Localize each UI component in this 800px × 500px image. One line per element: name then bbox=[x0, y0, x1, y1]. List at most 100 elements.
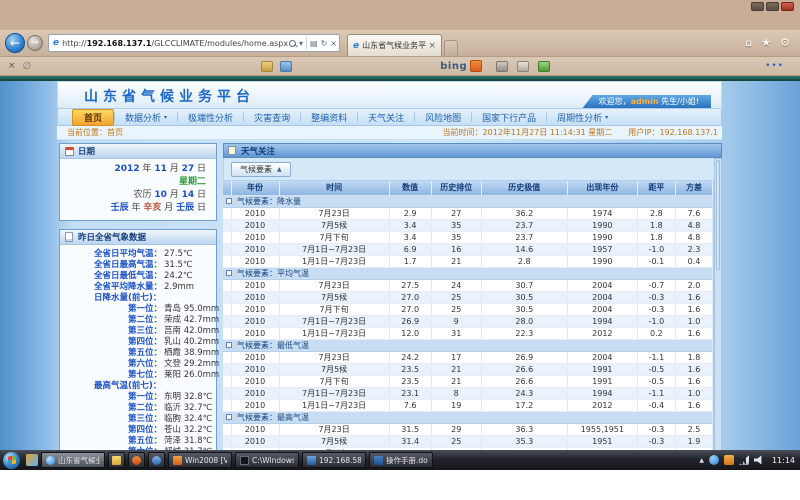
taskbar-ie-button[interactable]: 山东省气候业... bbox=[41, 452, 105, 468]
share-icon[interactable] bbox=[538, 61, 550, 72]
toolbar-close-icon[interactable]: × bbox=[8, 61, 16, 71]
minimize-button[interactable] bbox=[751, 2, 764, 11]
more-options-icon[interactable]: ••• bbox=[765, 61, 784, 71]
rank-line: 第七位：莱阳 26.0mm bbox=[60, 370, 214, 381]
nav-tab-6[interactable]: 天气关注 bbox=[358, 111, 414, 124]
forward-button[interactable]: → bbox=[27, 35, 43, 51]
rank-value: 荣成 42.7mm bbox=[164, 315, 219, 326]
nav-tab-5[interactable]: 整编资料 bbox=[301, 111, 357, 124]
rank-label: 第三位： bbox=[60, 414, 162, 425]
taskbar-button-label: 操作手册.docx... bbox=[386, 455, 428, 466]
date-part: 年 bbox=[129, 203, 144, 213]
browser-tab[interactable]: e 山东省气候业务平... × bbox=[347, 34, 442, 56]
nav-tab-4[interactable]: 灾害查询 bbox=[244, 111, 300, 124]
taskbar-button-3[interactable]: 192.168.58.99... bbox=[302, 452, 366, 468]
table-cell: 1974 bbox=[567, 207, 637, 219]
date-part: 日 bbox=[194, 164, 206, 174]
rank-line: 第四位：乳山 40.2mm bbox=[60, 337, 214, 348]
table-cell: 1.8 bbox=[675, 351, 712, 363]
address-bar[interactable]: e http://192.168.137.1/GLCCLIMATE/module… bbox=[48, 34, 340, 52]
table-cell: 21 bbox=[431, 375, 481, 387]
bing-logo[interactable]: bing bbox=[440, 60, 482, 72]
favorites-icon[interactable]: ★ bbox=[761, 36, 771, 49]
climate-element-button[interactable]: 气候要素 ▲ bbox=[231, 162, 291, 177]
blocked-icon[interactable]: ∅ bbox=[23, 61, 32, 72]
user-ip: 用户IP：192.168.137.1 bbox=[628, 127, 718, 138]
cmd-icon bbox=[240, 456, 249, 465]
checkbox-icon[interactable] bbox=[226, 198, 232, 204]
table-cell: 1990 bbox=[567, 231, 637, 243]
maximize-button[interactable] bbox=[766, 2, 779, 11]
rank-label: 第五位： bbox=[60, 436, 162, 447]
start-button[interactable] bbox=[3, 452, 20, 469]
stat-line: 全省日最低气温：24.2℃ bbox=[60, 271, 214, 282]
taskbar-clock[interactable]: 11:14 bbox=[772, 456, 795, 465]
date-part: 辛亥 bbox=[143, 203, 161, 213]
nav-tab-7[interactable]: 风险地图 bbox=[415, 111, 471, 124]
close-button[interactable] bbox=[781, 2, 794, 11]
table-cell: 7月1日~7月23日 bbox=[279, 315, 389, 327]
date-part: 日 bbox=[194, 203, 206, 213]
refresh-icon[interactable]: ↻ bbox=[321, 39, 328, 48]
taskbar-app-button[interactable] bbox=[148, 452, 165, 468]
nav-tab-1[interactable]: 首页 bbox=[72, 109, 114, 126]
table-cell: 35.3 bbox=[481, 435, 567, 447]
taskbar-button-2[interactable]: C:\Windows\s... bbox=[235, 452, 299, 468]
table-cell: 27 bbox=[431, 207, 481, 219]
taskbar-button-1[interactable]: Win2008 [V52... bbox=[168, 452, 232, 468]
nav-tab-label: 极端性分析 bbox=[188, 111, 233, 124]
taskbar-button-4[interactable]: 操作手册.docx... bbox=[369, 452, 433, 468]
mail-icon[interactable] bbox=[261, 61, 273, 72]
checkbox-icon[interactable] bbox=[226, 414, 232, 420]
taskbar-button-label: C:\Windows\s... bbox=[252, 456, 294, 465]
nav-tab-3[interactable]: 极端性分析 bbox=[178, 111, 243, 124]
stop-icon[interactable]: × bbox=[330, 39, 337, 48]
nav-tab-8[interactable]: 国家下行产品 bbox=[472, 111, 546, 124]
table-cell: 2012 bbox=[567, 327, 637, 339]
search-dropdown-icon[interactable]: ▾ bbox=[299, 39, 303, 48]
taskbar-explorer-button[interactable] bbox=[108, 452, 125, 468]
checkbox-icon[interactable] bbox=[226, 270, 232, 276]
search-icon[interactable] bbox=[289, 40, 296, 47]
background-window-controls bbox=[751, 2, 794, 11]
tab-close-icon[interactable]: × bbox=[426, 41, 438, 51]
hidden-icons-caret[interactable]: ▲ bbox=[699, 457, 704, 464]
weather-panel-header: 昨日全省气象数据 bbox=[60, 230, 216, 245]
table-scrollbar[interactable] bbox=[714, 158, 722, 450]
nav-tab-label: 数据分析 bbox=[125, 111, 161, 124]
table-cell: 1.9 bbox=[675, 435, 712, 447]
table-row: 20101月1日~7月23日1.7212.81990-0.10.4 bbox=[223, 255, 713, 267]
new-tab-button[interactable] bbox=[444, 40, 458, 56]
effects-icon[interactable] bbox=[517, 61, 529, 72]
nav-tab-9[interactable]: 周期性分析▾ bbox=[547, 111, 618, 124]
home-icon[interactable]: ⌂ bbox=[745, 36, 752, 49]
action-center-icon[interactable] bbox=[709, 455, 719, 465]
stat-label: 全省日最低气温： bbox=[60, 271, 162, 282]
tools-icon[interactable]: ⚙ bbox=[780, 36, 790, 49]
table-cell: 1.6 bbox=[675, 291, 712, 303]
camera-icon[interactable] bbox=[496, 61, 508, 72]
nav-tab-2[interactable]: 数据分析▾ bbox=[115, 111, 177, 124]
table-cell: 12.0 bbox=[389, 327, 431, 339]
table-cell: 25 bbox=[431, 435, 481, 447]
main-panel: 天气关注 气候要素 ▲ bbox=[223, 143, 722, 450]
date-part: 星期二 bbox=[179, 177, 206, 187]
message-icon[interactable] bbox=[280, 61, 292, 72]
table-row: 20107月下旬23.52126.61991-0.51.6 bbox=[223, 375, 713, 387]
scrollbar-thumb[interactable] bbox=[716, 160, 720, 270]
rank-value: 青岛 95.0mm bbox=[164, 304, 219, 315]
pinned-app-icon[interactable] bbox=[26, 454, 38, 466]
network-icon[interactable] bbox=[739, 455, 749, 465]
row-stub-cell bbox=[223, 399, 231, 411]
row-stub-cell bbox=[223, 435, 231, 447]
table-cell: 7月5候 bbox=[279, 435, 389, 447]
back-button[interactable]: ← bbox=[5, 33, 25, 53]
date-line: 农历 10 月 14 日 bbox=[70, 189, 206, 202]
weather-table: 年份时间数值历史排位历史极值出现年份距平方差 气候要素：降水量20107月23日… bbox=[223, 181, 713, 450]
compatibility-view-icon[interactable]: ▤ bbox=[310, 39, 318, 48]
flag-icon[interactable] bbox=[724, 455, 734, 465]
url-text[interactable]: http://192.168.137.1/GLCCLIMATE/modules/… bbox=[62, 39, 289, 48]
taskbar-media-button[interactable] bbox=[128, 452, 145, 468]
volume-icon[interactable] bbox=[754, 455, 764, 465]
checkbox-icon[interactable] bbox=[226, 342, 232, 348]
